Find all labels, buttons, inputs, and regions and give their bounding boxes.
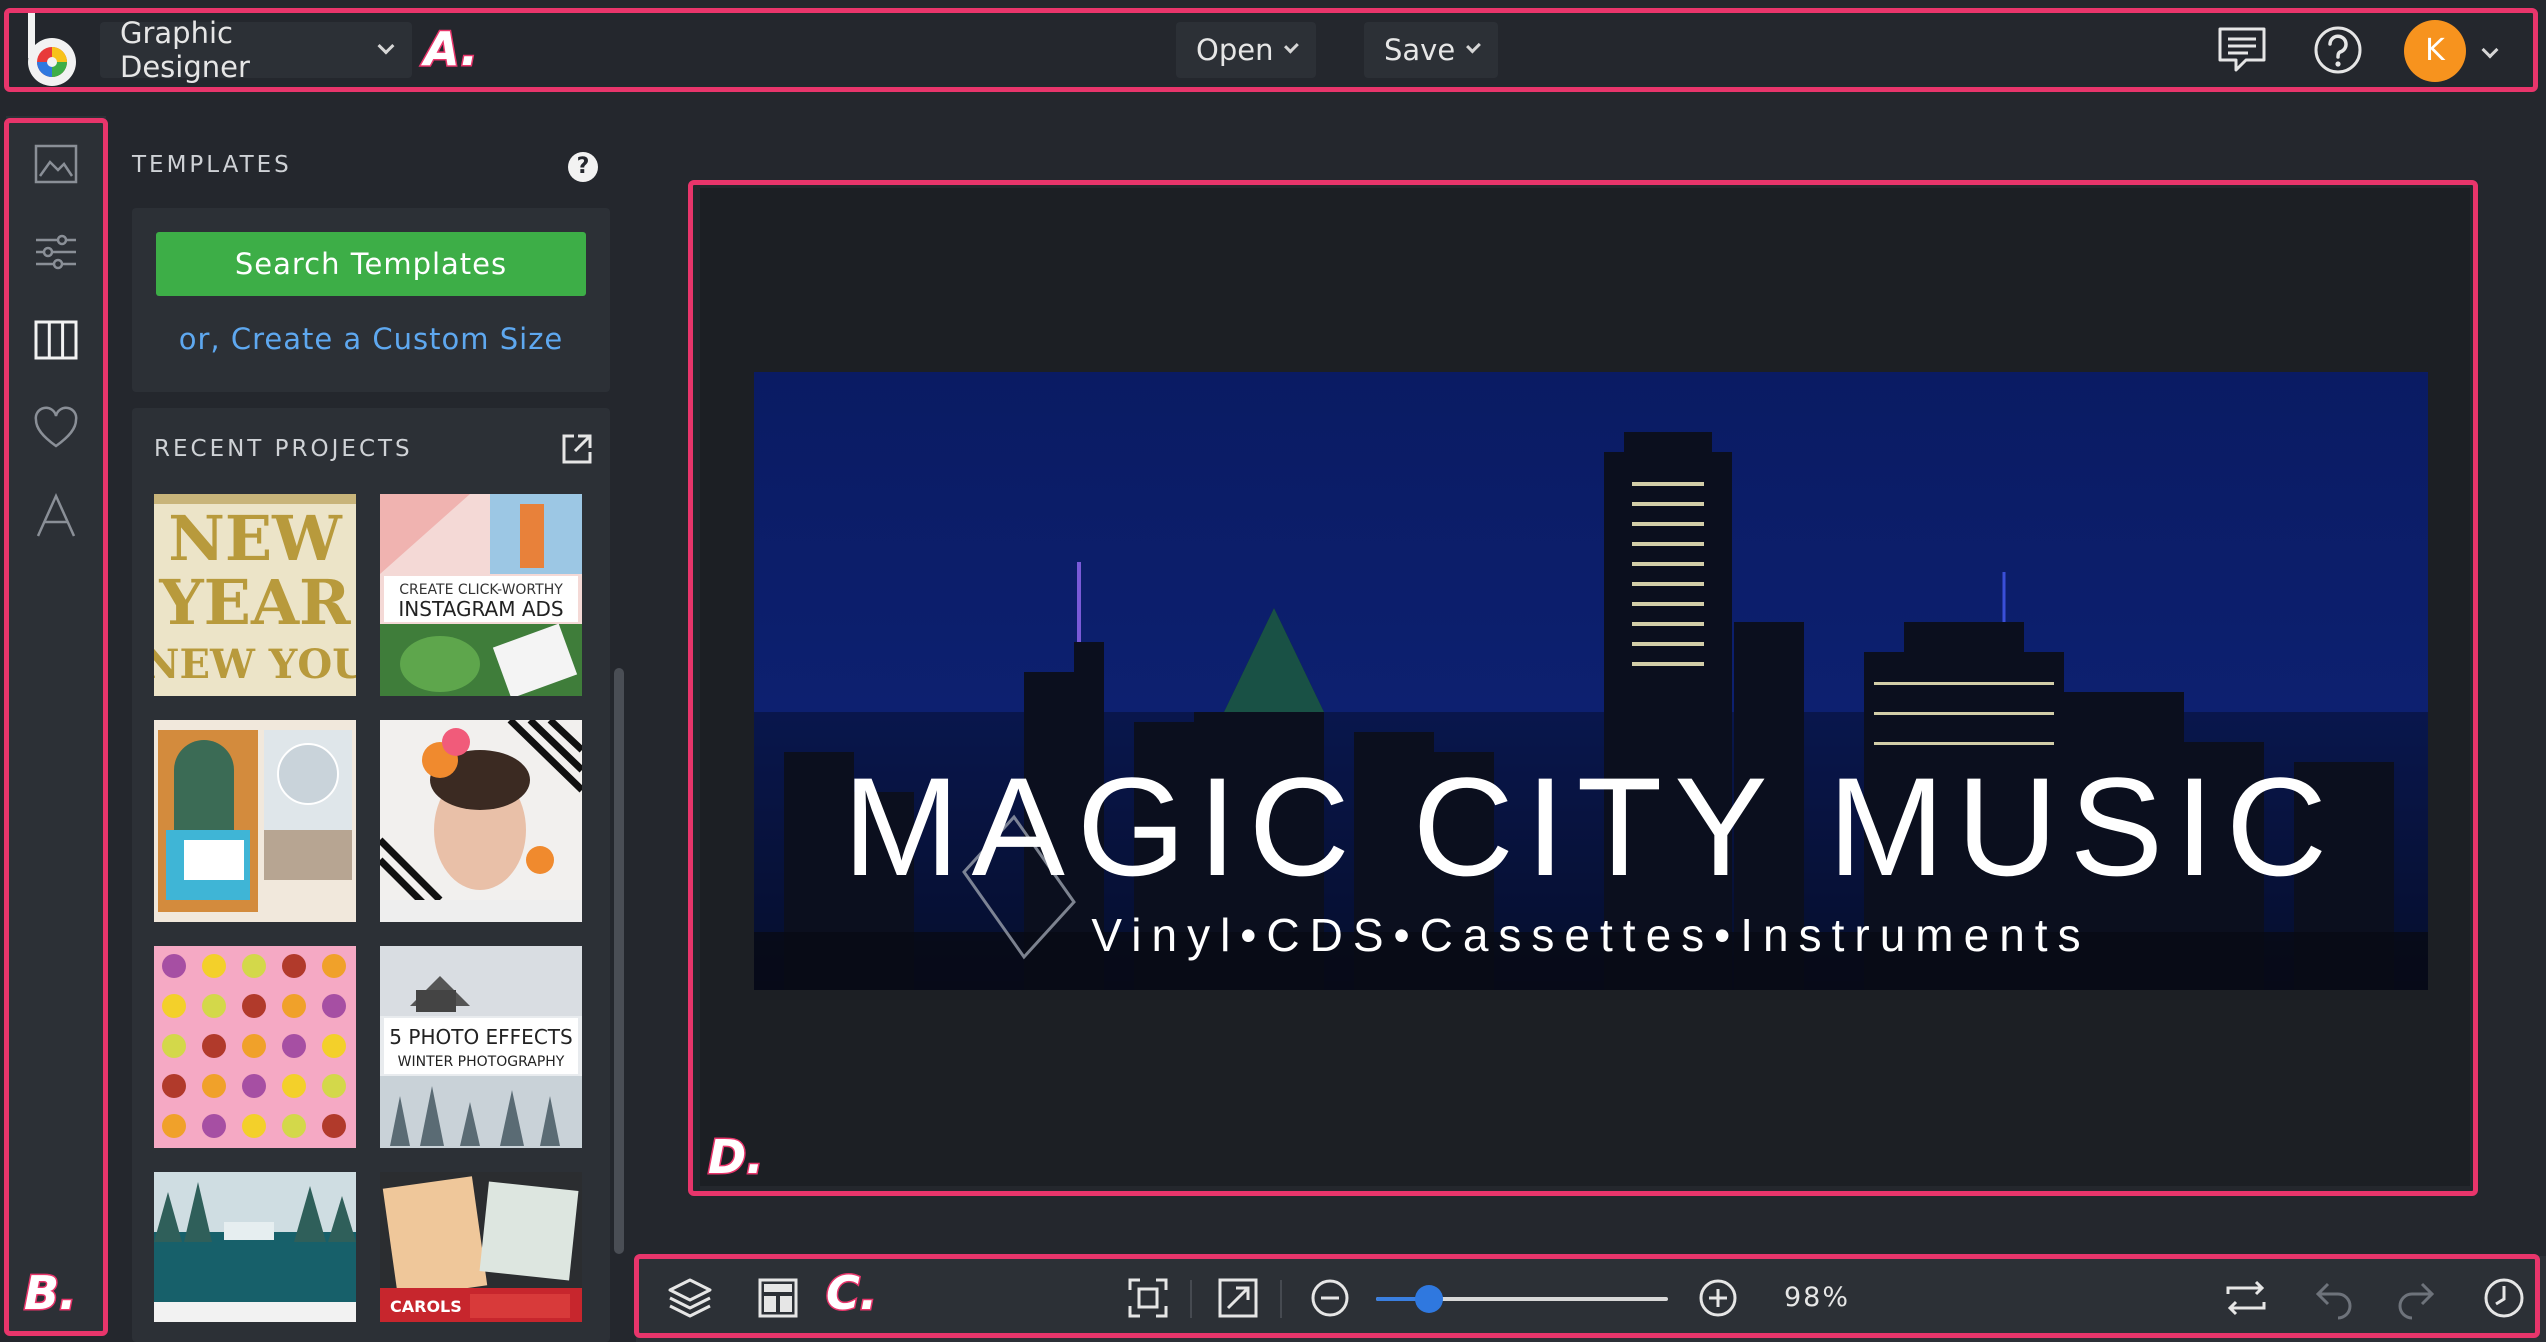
recent-project-thumbnail[interactable] <box>380 720 582 922</box>
help-circle-icon[interactable]: ? <box>568 152 598 182</box>
annotation-box-b <box>4 118 108 1336</box>
thumb-photo-effects-text: 5 PHOTO EFFECTS <box>389 1025 572 1049</box>
panel-scrollbar[interactable] <box>614 668 624 1254</box>
thumb-new-text: NEW <box>168 502 343 575</box>
thumb-winter-photography-text: WINTER PHOTOGRAPHY <box>398 1054 565 1070</box>
recent-project-thumbnail[interactable]: CAROLS <box>380 1172 582 1322</box>
recent-project-thumbnail[interactable]: CREATE CLICK-WORTHY INSTAGRAM ADS <box>380 494 582 696</box>
marker-d: D. <box>707 1129 766 1186</box>
recent-projects-title: RECENT PROJECTS <box>154 436 413 462</box>
templates-card: Search Templates or, Create a Custom Siz… <box>132 208 610 392</box>
recent-project-thumbnail[interactable] <box>154 946 356 1148</box>
annotation-box-c <box>634 1254 2540 1338</box>
recent-projects-card: RECENT PROJECTS NEW YEAR NEW YOU CREATE … <box>132 408 610 1342</box>
custom-size-link[interactable]: or, Create a Custom Size <box>132 322 610 356</box>
external-link-icon[interactable] <box>560 432 594 466</box>
thumb-click-worthy-text: CREATE CLICK-WORTHY <box>399 582 563 598</box>
templates-title: TEMPLATES <box>132 152 292 178</box>
thumb-carols-text: CAROLS <box>390 1297 462 1316</box>
thumb-year-text: YEAR <box>158 566 351 639</box>
templates-panel: TEMPLATES ? Search Templates or, Create … <box>110 108 630 1342</box>
annotation-box-d <box>688 180 2478 1196</box>
marker-b: B. <box>23 1265 79 1322</box>
search-templates-button[interactable]: Search Templates <box>156 232 586 296</box>
recent-project-thumbnail[interactable]: NEW YEAR NEW YOU <box>154 494 356 696</box>
annotation-box-a <box>4 8 2538 92</box>
thumb-instagram-ads-text: INSTAGRAM ADS <box>398 597 563 621</box>
thumb-new-you-text: NEW YOU <box>154 641 356 688</box>
recent-project-thumbnail[interactable] <box>154 720 356 922</box>
recent-project-thumbnail[interactable]: 5 PHOTO EFFECTS WINTER PHOTOGRAPHY <box>380 946 582 1148</box>
recent-project-thumbnail[interactable] <box>154 1172 356 1322</box>
